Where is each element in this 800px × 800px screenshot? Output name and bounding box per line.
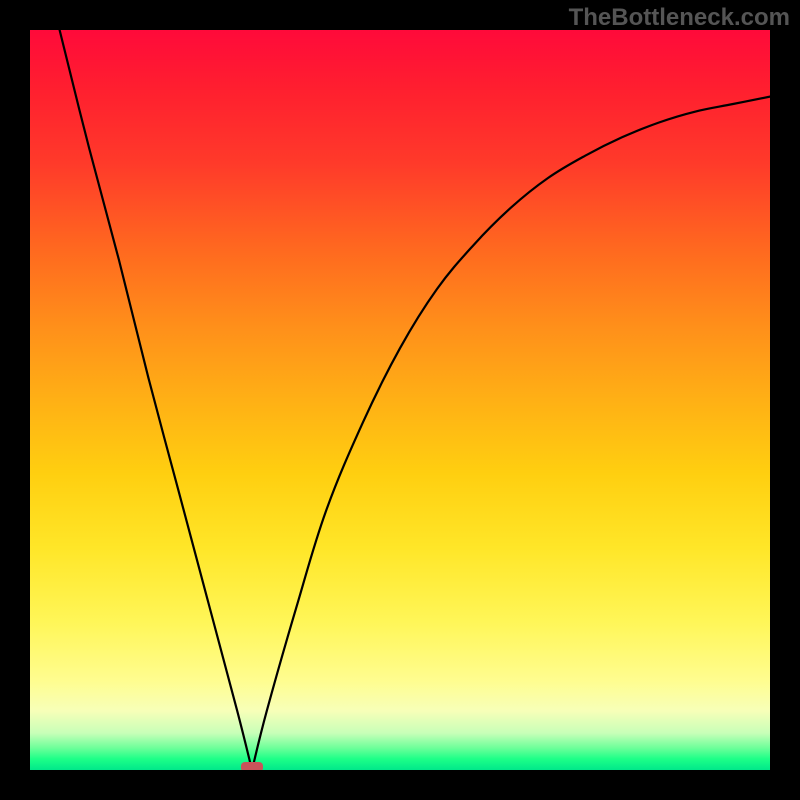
chart-frame: TheBottleneck.com (0, 0, 800, 800)
watermark-text: TheBottleneck.com (569, 4, 790, 32)
plot-area (30, 30, 770, 770)
bottleneck-curve (60, 30, 770, 770)
nadir-marker (241, 762, 263, 770)
curve-layer (30, 30, 770, 770)
